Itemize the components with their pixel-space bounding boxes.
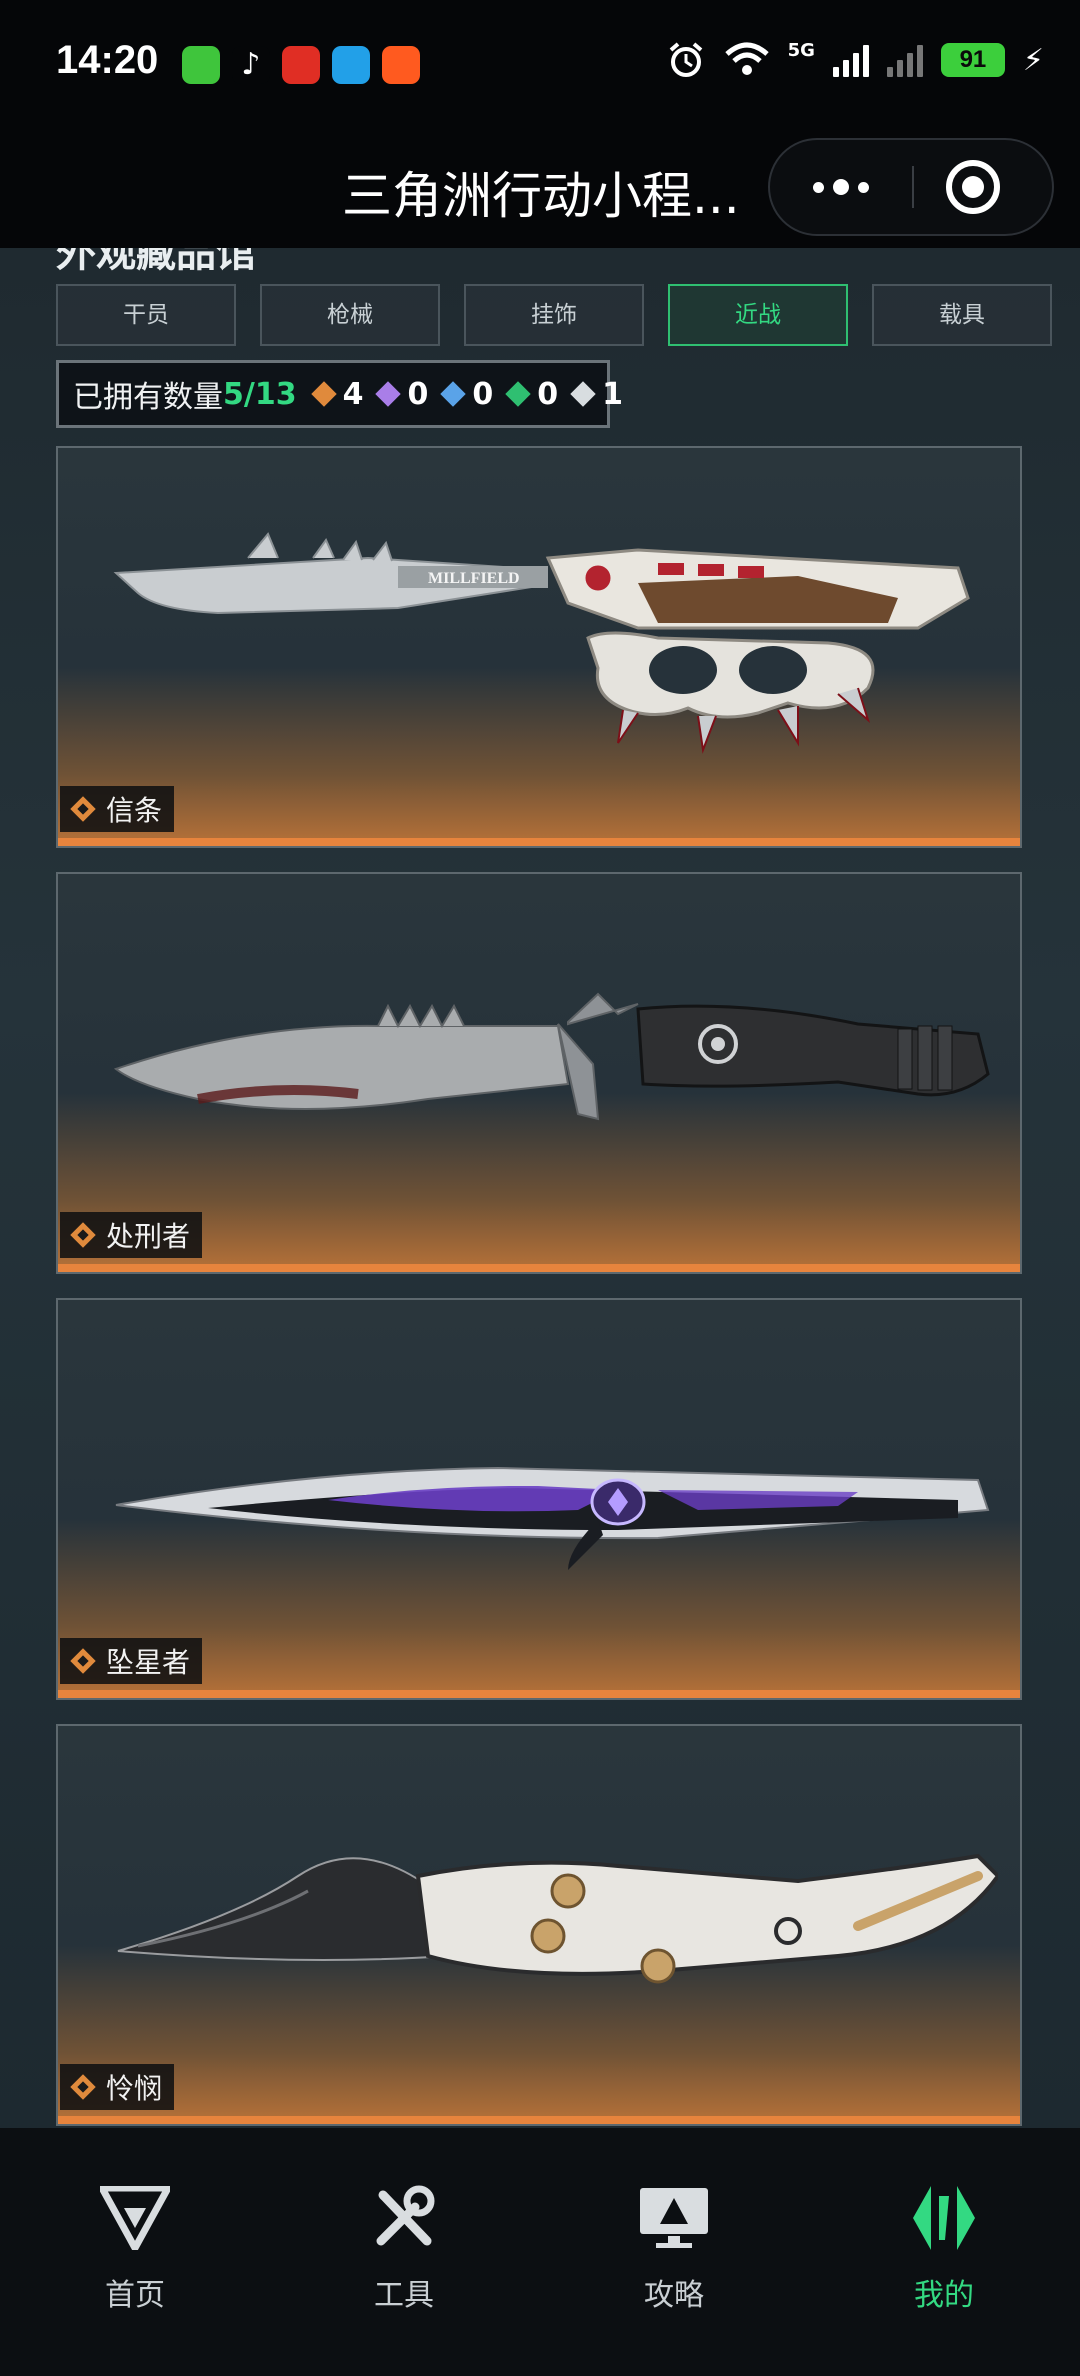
item-name-tag: 怜悯 <box>60 2064 175 2110</box>
rarity-value: 4 <box>342 376 364 412</box>
card-corner <box>1006 448 1020 462</box>
orange-rarity-icon <box>68 1646 98 1676</box>
battery-level: 91 <box>940 43 1005 77</box>
orange-rarity-icon <box>310 381 337 407</box>
nav-label: 我的 <box>914 2278 974 2313</box>
mini-program-title-bar: 三角洲行动小程... <box>0 130 1080 248</box>
orange-rarity-icon <box>68 1220 98 1250</box>
charging-icon: ⚡ <box>1022 42 1044 78</box>
item-name: 处刑者 <box>106 1220 191 1253</box>
card-corner <box>1006 1300 1020 1314</box>
owned-label: 已拥有数量 <box>73 380 223 415</box>
tab-operators[interactable]: 干员 <box>56 284 236 346</box>
guide-monitor-icon <box>574 2178 774 2258</box>
tab-melee[interactable]: 近战 <box>668 284 848 346</box>
item-name: 坠星者 <box>106 1646 191 1679</box>
item-card-creed[interactable]: MILLFIELD 信条 <box>56 446 1022 848</box>
combat-knife-image <box>113 992 990 1121</box>
orange-rarity-icon <box>68 794 98 824</box>
wifi-icon <box>724 42 769 75</box>
nav-label: 攻略 <box>644 2278 704 2313</box>
item-card-mercy[interactable]: 怜悯 <box>56 1724 1022 2126</box>
notification-icons: ♪ <box>182 46 420 84</box>
rarity-value: 0 <box>537 376 559 412</box>
rarity-blue-count: 0 <box>440 376 494 412</box>
status-bar: 14:20 ♪ 5G 91 ⚡ <box>0 0 1080 130</box>
section-title: 外观藏品馆 <box>56 248 256 276</box>
category-tabs: 干员 枪械 挂饰 近战 载具 <box>56 284 1052 346</box>
close-button[interactable] <box>946 160 1000 214</box>
blade-engraving: MILLFIELD <box>428 570 520 587</box>
card-corner <box>58 448 72 462</box>
messages-icon <box>182 46 220 84</box>
owned-count: 5/13 <box>223 376 297 412</box>
orange-rarity-icon <box>68 2072 98 2102</box>
rarity-purple-count: 0 <box>375 376 429 412</box>
rarity-value: 0 <box>407 376 429 412</box>
tab-charms[interactable]: 挂饰 <box>464 284 644 346</box>
item-name: 怜悯 <box>106 2072 163 2105</box>
rarity-value: 0 <box>472 376 494 412</box>
item-name: 信条 <box>106 794 163 827</box>
profile-logo-icon <box>844 2178 1044 2258</box>
blue-rarity-icon <box>440 381 467 407</box>
rarity-white-count: 1 <box>570 376 623 412</box>
item-name-tag: 处刑者 <box>60 1212 203 1258</box>
capsule-divider <box>912 166 914 208</box>
card-corner <box>1006 1726 1020 1740</box>
network-type: 5G <box>787 39 815 61</box>
signal-secondary-icon <box>886 43 923 77</box>
nav-guide[interactable]: 攻略 <box>574 2178 774 2314</box>
signal-icon <box>832 43 869 77</box>
page-title: 三角洲行动小程... <box>342 167 740 225</box>
alarm-icon <box>669 42 702 77</box>
collection-content[interactable]: 外观藏品馆 干员 枪械 挂饰 近战 载具 已拥有数量 5/13 4 0 0 0 … <box>0 248 1080 2128</box>
status-right: 5G 91 ⚡ <box>666 40 1044 80</box>
rarity-green-count: 0 <box>505 376 559 412</box>
video-app-icon <box>332 46 370 84</box>
white-rarity-icon <box>570 381 596 407</box>
tiktok-icon: ♪ <box>232 46 270 84</box>
card-corner <box>1006 874 1020 888</box>
item-card-starfall[interactable]: 坠星者 <box>56 1298 1022 1700</box>
nav-tools[interactable]: 工具 <box>304 2178 504 2314</box>
kuaishou-icon <box>382 46 420 84</box>
purple-rarity-icon <box>375 381 402 407</box>
knuckle-knife-image: MILLFIELD <box>113 532 970 754</box>
nav-home[interactable]: 首页 <box>35 2178 235 2314</box>
item-name-tag: 坠星者 <box>60 1638 203 1684</box>
owned-count-bar: 已拥有数量 5/13 4 0 0 0 1 <box>56 360 623 428</box>
item-card-executioner[interactable]: 处刑者 <box>56 872 1022 1274</box>
tab-guns[interactable]: 枪械 <box>260 284 440 346</box>
status-time: 14:20 <box>56 38 159 82</box>
rarity-value: 1 <box>602 376 623 412</box>
nav-label: 工具 <box>374 2278 434 2313</box>
more-button[interactable] <box>770 140 912 234</box>
home-logo-icon <box>35 2178 235 2258</box>
green-rarity-icon <box>505 381 531 407</box>
item-name-tag: 信条 <box>60 786 175 832</box>
rarity-orange-count: 4 <box>310 376 364 412</box>
nav-profile[interactable]: 我的 <box>844 2178 1044 2314</box>
card-corner <box>58 874 72 888</box>
bottom-nav: 首页 工具 攻略 我的 <box>0 2128 1080 2376</box>
nav-label: 首页 <box>105 2278 165 2313</box>
pinduoduo-icon <box>282 46 320 84</box>
karambit-knife-image <box>117 1853 998 1984</box>
card-corner <box>58 1726 72 1740</box>
card-corner <box>58 1300 72 1314</box>
capsule-menu <box>768 138 1054 236</box>
tools-icon <box>304 2178 504 2258</box>
star-knife-image <box>115 1466 990 1570</box>
tab-vehicles[interactable]: 载具 <box>872 284 1052 346</box>
